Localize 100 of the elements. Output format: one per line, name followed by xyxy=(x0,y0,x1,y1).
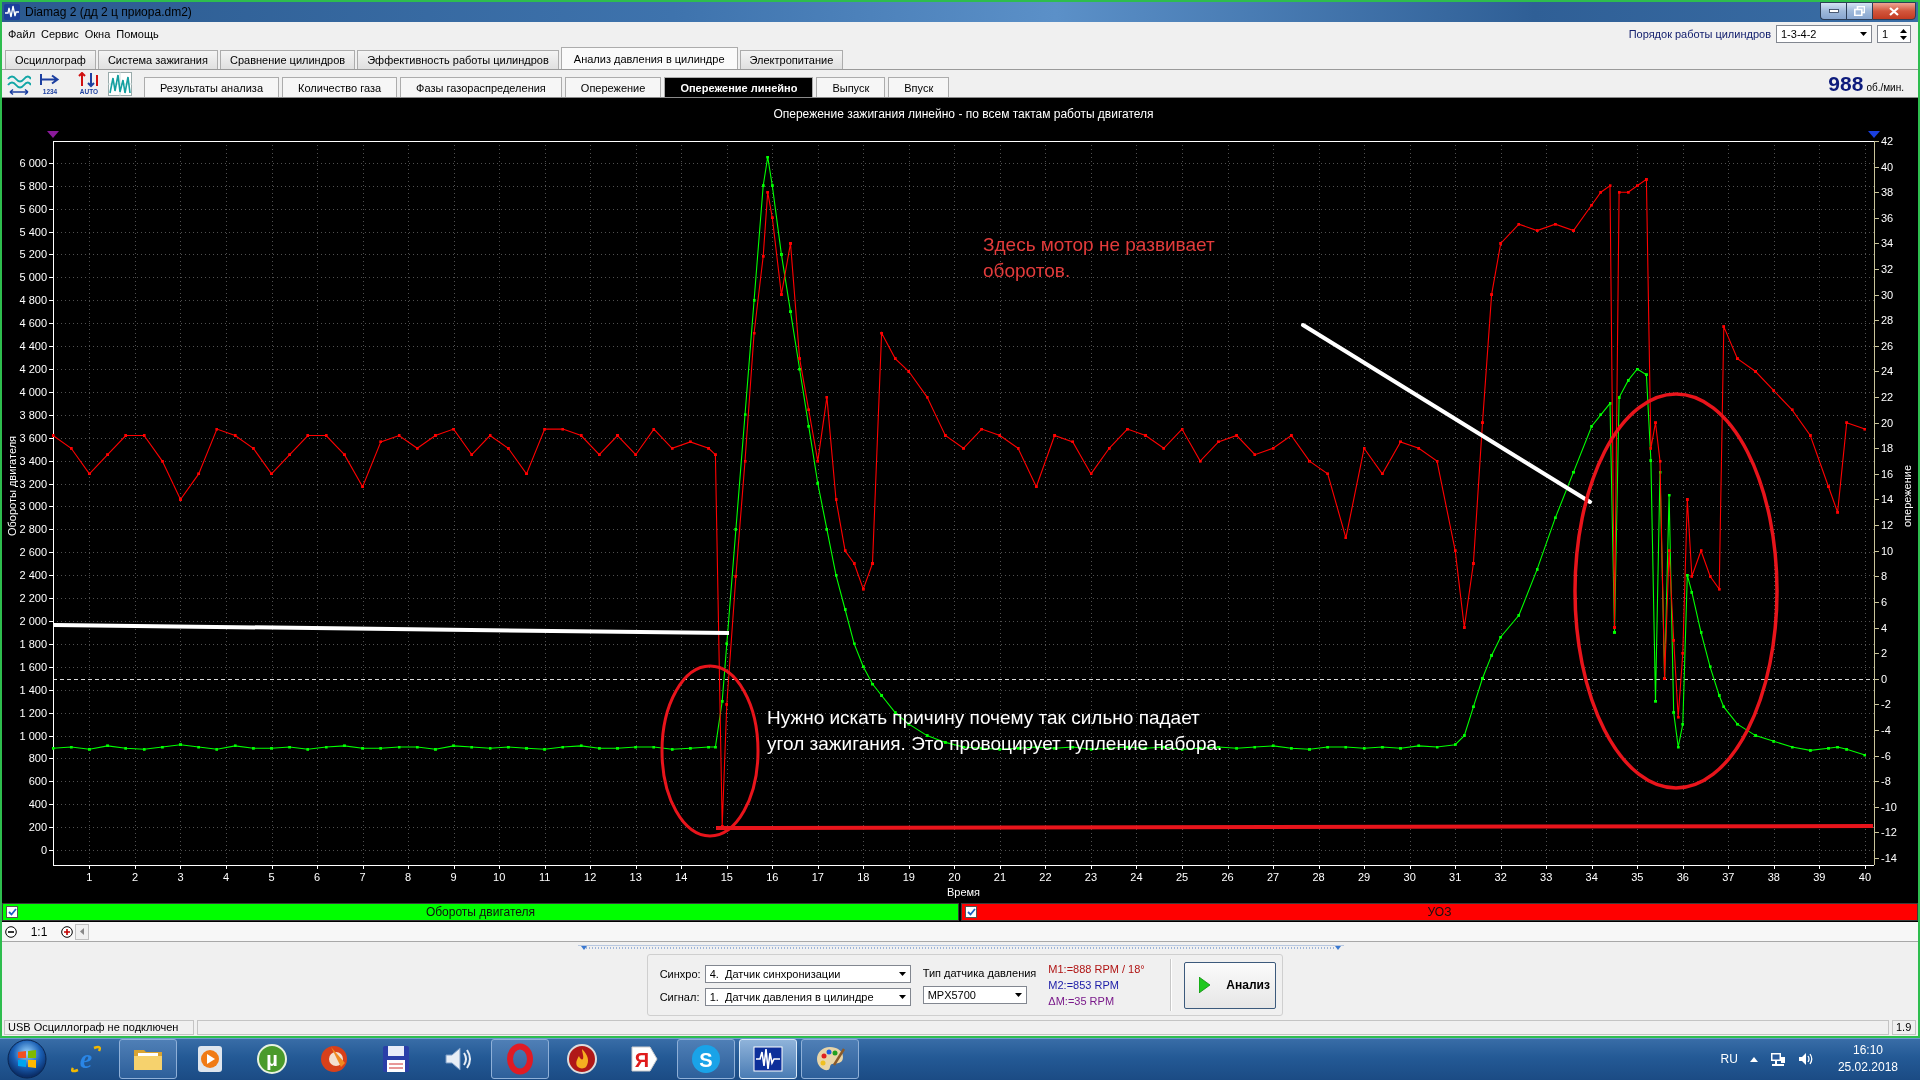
tab[interactable]: Выпуск xyxy=(816,77,886,97)
zoom-in-icon[interactable] xyxy=(61,925,73,938)
tab[interactable]: Сравнение цилиндров xyxy=(220,50,356,69)
start-button[interactable] xyxy=(7,1039,47,1079)
tab[interactable]: Количество газа xyxy=(282,77,398,97)
cylinder-order-dropdown[interactable]: 1-3-4-2 xyxy=(1776,25,1872,43)
tick-label: 26 xyxy=(1221,871,1234,883)
tick-label: 21 xyxy=(993,871,1007,883)
menu-item[interactable]: Помощь xyxy=(113,28,162,40)
maximize-button[interactable] xyxy=(1846,2,1872,20)
app-icon xyxy=(4,4,20,20)
tick-label: 800 xyxy=(28,752,47,765)
tab[interactable]: Осциллограф xyxy=(5,50,96,69)
chevron-up-icon[interactable] xyxy=(1749,1056,1758,1062)
tick-label: 7 xyxy=(359,871,366,883)
taskbar-button[interactable] xyxy=(119,1039,177,1079)
tab[interactable]: Впуск xyxy=(888,77,950,97)
caret-icon xyxy=(1014,992,1022,997)
menu-item[interactable]: Файл xyxy=(5,28,39,40)
tick-label: 14 xyxy=(1881,493,1894,506)
checkmark-icon xyxy=(966,908,976,916)
tick-label: 9 xyxy=(450,871,457,883)
tick-label: 40 xyxy=(1881,160,1894,173)
tick-label: 4 000 xyxy=(19,385,47,398)
tick-label: 5 xyxy=(268,871,275,883)
tab[interactable]: Электропитание xyxy=(739,50,844,69)
clock-time[interactable]: 16:10 xyxy=(1852,1042,1883,1059)
tick-label: -14 xyxy=(1881,851,1897,864)
ya-tag-icon[interactable]: Я xyxy=(628,1043,660,1075)
splitter-handle[interactable] xyxy=(578,945,1344,951)
tick-label: -8 xyxy=(1881,775,1891,788)
tick-label: 6 xyxy=(1881,595,1888,608)
restore-icon xyxy=(1854,6,1865,16)
tick-label: 30 xyxy=(1881,288,1894,301)
zoom-out-icon[interactable] xyxy=(5,925,17,938)
rpm-unit: об./мин. xyxy=(1866,81,1904,93)
tick-label: 36 xyxy=(1881,211,1894,224)
tick-label: 11 xyxy=(538,871,551,883)
flame-icon[interactable] xyxy=(566,1043,598,1075)
tick-label: 17 xyxy=(811,871,824,883)
status-message: USB Осциллограф не подключен xyxy=(4,1020,194,1035)
tick-label: 30 xyxy=(1403,871,1416,883)
axis-title: Время xyxy=(946,886,981,898)
sensor-type-dropdown[interactable]: MPX5700 xyxy=(922,985,1027,1004)
tick-label: -4 xyxy=(1881,723,1891,736)
tick-label: 10 xyxy=(1881,544,1894,557)
cylinder-order-label: Порядок работы цилиндров xyxy=(1628,28,1771,40)
waveform-icon[interactable] xyxy=(752,1043,784,1075)
language-indicator[interactable]: RU xyxy=(1720,1052,1738,1066)
signal-dropdown[interactable]: 1. Датчик давления в цилиндре xyxy=(704,987,911,1006)
legend-checkbox[interactable] xyxy=(6,906,18,918)
cursor-marker-icon[interactable] xyxy=(1868,131,1880,138)
disc-icon[interactable] xyxy=(318,1043,350,1075)
marker-readout: M1:=888 RPM / 18° xyxy=(1048,962,1146,977)
clock-date[interactable]: 25.02.2018 xyxy=(1837,1059,1898,1076)
cylinder-spinner[interactable]: 1 xyxy=(1877,25,1911,43)
minimize-button[interactable] xyxy=(1820,2,1846,20)
menu-item[interactable]: Сервис xyxy=(38,28,82,40)
tick-label: 2 600 xyxy=(19,546,47,559)
peaks-icon[interactable] xyxy=(108,71,132,96)
tick-label: 13 xyxy=(629,871,642,883)
caret-icon xyxy=(898,971,906,976)
network-icon[interactable] xyxy=(1769,1051,1786,1067)
tick-label: 1 000 xyxy=(19,729,47,742)
mu-logo-icon[interactable]: µ xyxy=(256,1043,288,1075)
axis-title: опережение xyxy=(1901,464,1913,528)
tick-label: 16 xyxy=(766,871,779,883)
tick-label: 35 xyxy=(1631,871,1644,883)
tick-label: 0 xyxy=(40,844,47,857)
close-button[interactable] xyxy=(1872,2,1916,20)
tick-label: 5 600 xyxy=(19,202,47,215)
tick-label: -12 xyxy=(1881,826,1897,839)
tab[interactable]: Опережение линейно xyxy=(664,77,814,97)
sync-dropdown[interactable]: 4. Датчик синхронизации xyxy=(704,964,911,983)
tab[interactable]: Анализ давления в цилиндре xyxy=(560,47,738,69)
tab[interactable]: Фазы газораспределения xyxy=(400,77,562,97)
tab[interactable]: Опережение xyxy=(564,77,662,97)
tick-label: 20 xyxy=(948,871,961,883)
tick-label: 14 xyxy=(675,871,688,883)
tick-label: 16 xyxy=(1881,467,1894,480)
legend-checkbox[interactable] xyxy=(965,906,977,918)
tab[interactable]: Результаты анализа xyxy=(144,77,280,97)
cursor-marker-icon[interactable] xyxy=(47,131,59,138)
field-label: Синхро: xyxy=(659,967,701,980)
tick-label: 18 xyxy=(857,871,870,883)
tick-label: 22 xyxy=(1881,391,1894,404)
tick-label: 5 000 xyxy=(19,271,47,284)
analyze-button[interactable]: Анализ xyxy=(1184,961,1277,1009)
menu-item[interactable]: Окна xyxy=(81,28,114,40)
field-label: Тип датчика давления xyxy=(922,966,1037,979)
tab[interactable]: Эффективность работы цилиндров xyxy=(357,50,559,69)
tick-label: 10 xyxy=(493,871,506,883)
tick-label: 3 800 xyxy=(19,408,47,421)
tab[interactable]: Система зажигания xyxy=(97,50,218,69)
tick-label: 32 xyxy=(1494,871,1507,883)
annotation-text: Здесь мотор не развивает оборотов. xyxy=(983,233,1216,283)
tick-label: 2 800 xyxy=(19,523,47,536)
tick-label: 20 xyxy=(1881,416,1894,429)
volume-icon[interactable] xyxy=(1797,1051,1814,1067)
tick-label: 34 xyxy=(1881,237,1894,250)
